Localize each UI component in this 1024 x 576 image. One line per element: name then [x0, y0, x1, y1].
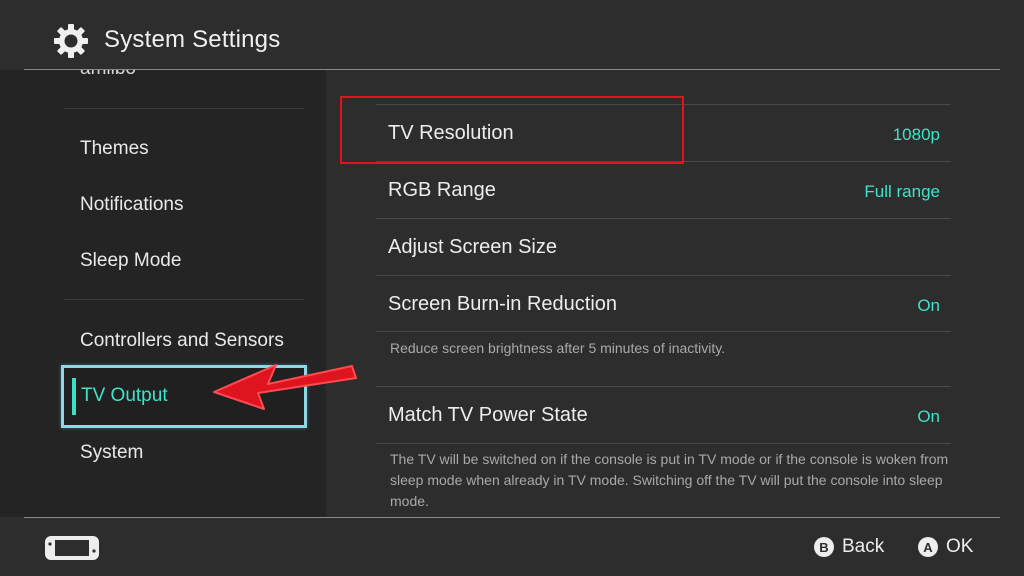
sidebar-item-sleep-mode[interactable]: Sleep Mode: [80, 250, 181, 272]
gear-icon: [54, 24, 88, 58]
setting-label: RGB Range: [388, 179, 496, 201]
ok-button[interactable]: A OK: [918, 536, 973, 558]
footer: B Back A OK: [0, 518, 1024, 576]
page-title: System Settings: [104, 26, 281, 53]
setting-label: Screen Burn-in Reduction: [388, 293, 618, 315]
sidebar-item-themes[interactable]: Themes: [80, 138, 149, 160]
setting-value: Full range: [864, 182, 940, 201]
setting-description: Reduce screen brightness after 5 minutes…: [390, 340, 726, 356]
sidebar-item-tv-output[interactable]: TV Output: [61, 365, 307, 428]
row-divider: [376, 218, 951, 219]
setting-value: On: [917, 407, 940, 426]
ok-label: OK: [946, 536, 974, 557]
row-divider: [376, 275, 951, 276]
back-button[interactable]: B Back: [814, 536, 884, 558]
header: System Settings: [0, 0, 1024, 70]
sidebar-item-system[interactable]: System: [80, 442, 143, 464]
setting-label: Adjust Screen Size: [388, 236, 557, 258]
row-divider: [376, 443, 951, 444]
setting-value: On: [917, 296, 940, 315]
setting-value: 1080p: [892, 125, 940, 144]
handheld-console-icon: [45, 536, 99, 560]
sidebar: amiibo Themes Notifications Sleep Mode C…: [0, 70, 326, 517]
annotation-highlight-box: [340, 96, 684, 164]
row-divider: [376, 331, 951, 332]
a-button-icon: A: [918, 537, 938, 557]
sidebar-item-label: TV Output: [81, 385, 168, 406]
sidebar-divider: [64, 299, 304, 300]
selection-indicator: [72, 378, 76, 415]
sidebar-divider: [64, 108, 304, 109]
row-divider: [376, 386, 951, 387]
b-button-icon: B: [814, 537, 834, 557]
setting-description: The TV will be switched on if the consol…: [390, 451, 949, 509]
sidebar-item-amiibo[interactable]: amiibo: [80, 70, 136, 80]
setting-label: Match TV Power State: [388, 404, 588, 426]
sidebar-item-notifications[interactable]: Notifications: [80, 194, 184, 216]
back-label: Back: [842, 536, 885, 557]
sidebar-item-controllers-and-sensors[interactable]: Controllers and Sensors: [80, 330, 284, 352]
